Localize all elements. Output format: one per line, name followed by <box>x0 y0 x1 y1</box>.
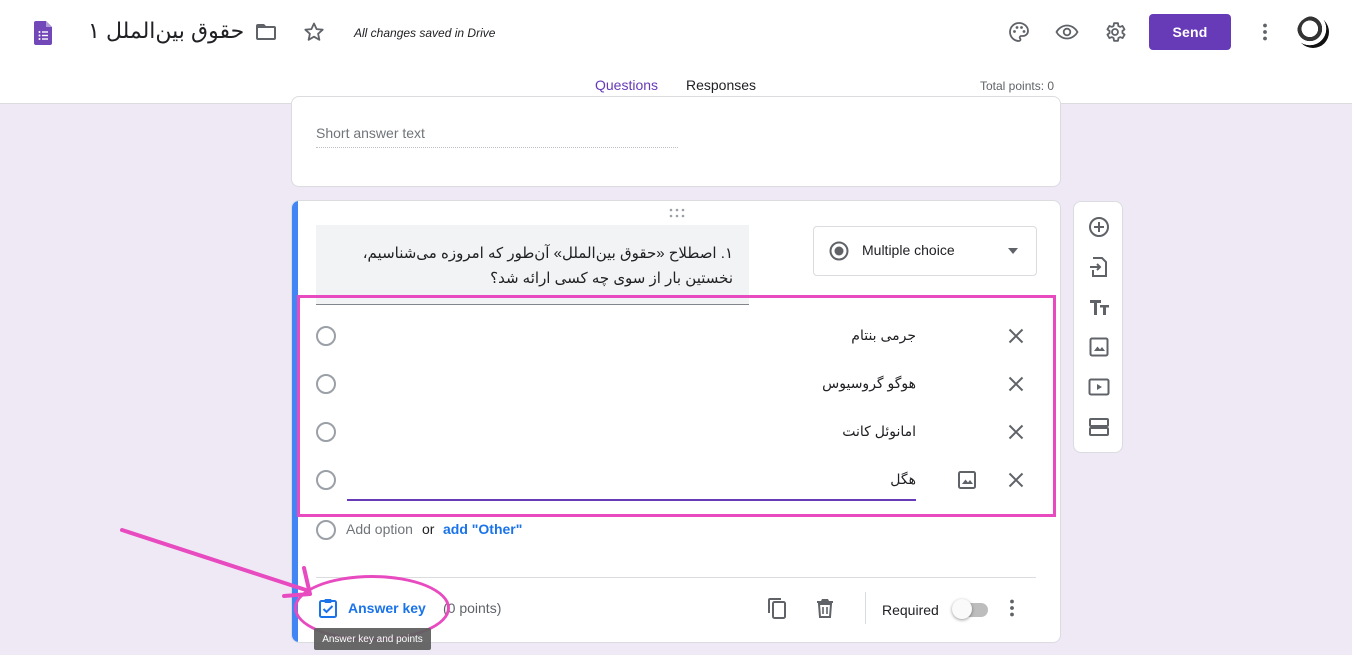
previous-question-card[interactable]: Short answer text <box>291 96 1061 187</box>
option-row[interactable]: امانوئل کانت <box>316 410 1036 458</box>
short-answer-placeholder: Short answer text <box>316 125 678 148</box>
settings-gear-icon[interactable] <box>1103 20 1127 44</box>
question-type-label: Multiple choice <box>862 242 955 258</box>
question-type-dropdown[interactable]: Multiple choice <box>813 226 1037 276</box>
google-forms-logo-icon[interactable] <box>34 21 52 45</box>
active-card-indicator <box>292 201 298 642</box>
more-options-icon[interactable] <box>1000 596 1024 620</box>
import-questions-icon[interactable] <box>1087 255 1111 279</box>
duplicate-icon[interactable] <box>765 596 789 620</box>
option-label[interactable]: امانوئل کانت <box>842 423 916 440</box>
option-label[interactable]: هوگو گروسیوس <box>822 375 916 392</box>
option-radio <box>316 326 336 346</box>
question-title: ۱. اصطلاح «حقوق بین‌الملل» آن‌طور که امر… <box>362 245 733 287</box>
document-title[interactable]: حقوق بین‌الملل ۱ <box>88 18 244 44</box>
move-to-folder-icon[interactable] <box>254 20 278 44</box>
add-image-icon[interactable] <box>1087 335 1111 359</box>
option-radio <box>316 374 336 394</box>
answer-key-tooltip: Answer key and points <box>314 628 431 650</box>
option-radio <box>316 470 336 490</box>
option-row[interactable]: جرمی بنتام <box>316 314 1036 362</box>
points-text: (0 points) <box>443 600 502 616</box>
add-image-icon[interactable] <box>955 468 979 492</box>
option-input[interactable]: هگل <box>890 471 916 488</box>
palette-icon[interactable] <box>1007 20 1031 44</box>
option-row[interactable]: هوگو گروسیوس <box>316 362 1036 410</box>
option-label[interactable]: جرمی بنتام <box>851 327 916 344</box>
star-icon[interactable] <box>302 20 326 44</box>
input-focus-underline <box>347 499 916 501</box>
account-avatar[interactable] <box>1297 16 1329 48</box>
option-row-active[interactable]: هگل <box>316 458 1036 506</box>
toggle-knob <box>952 599 972 619</box>
dropdown-arrow-icon <box>1008 248 1018 254</box>
option-radio <box>316 422 336 442</box>
send-button[interactable]: Send <box>1149 14 1231 50</box>
remove-option-icon[interactable] <box>1004 468 1028 492</box>
preview-eye-icon[interactable] <box>1055 20 1079 44</box>
floating-toolbar <box>1073 201 1123 453</box>
app-header: حقوق بین‌الملل ۱ All changes saved in Dr… <box>0 0 1352 104</box>
total-points: Total points: 0 <box>980 79 1055 93</box>
pointer-arrow-annotation <box>120 528 312 598</box>
delete-icon[interactable] <box>813 596 837 620</box>
footer-divider <box>316 577 1036 578</box>
add-section-icon[interactable] <box>1087 415 1111 439</box>
remove-option-icon[interactable] <box>1004 324 1028 348</box>
add-option-link[interactable]: Add option <box>346 521 413 537</box>
remove-option-icon[interactable] <box>1004 420 1028 444</box>
more-vert-icon[interactable] <box>1253 20 1277 44</box>
required-label: Required <box>882 602 939 618</box>
required-toggle[interactable] <box>952 599 988 619</box>
option-radio <box>316 520 336 540</box>
save-status-text: All changes saved in Drive <box>354 26 496 40</box>
drag-handle-icon[interactable] <box>668 208 686 218</box>
add-title-icon[interactable] <box>1087 295 1111 319</box>
answer-key-clipboard-icon[interactable] <box>318 598 338 618</box>
radio-button-icon <box>829 241 849 261</box>
add-question-icon[interactable] <box>1087 215 1111 239</box>
footer-vertical-divider <box>865 592 866 624</box>
or-text: or <box>422 521 435 537</box>
question-card[interactable]: ۱. اصطلاح «حقوق بین‌الملل» آن‌طور که امر… <box>291 200 1061 643</box>
add-other-link[interactable]: add "Other" <box>443 521 522 537</box>
question-title-field[interactable]: ۱. اصطلاح «حقوق بین‌الملل» آن‌طور که امر… <box>316 225 749 305</box>
answer-key-button[interactable]: Answer key <box>348 600 426 616</box>
remove-option-icon[interactable] <box>1004 372 1028 396</box>
add-video-icon[interactable] <box>1087 375 1111 399</box>
